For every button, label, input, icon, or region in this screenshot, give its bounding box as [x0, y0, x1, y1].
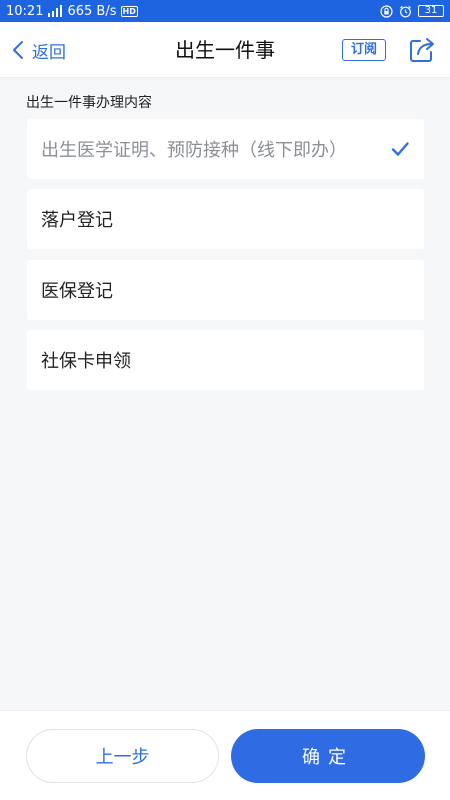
option-medical-insurance-registration[interactable]: 医保登记: [27, 260, 424, 320]
back-label: 返回: [32, 42, 66, 63]
back-button[interactable]: 返回: [12, 22, 66, 78]
option-household-registration[interactable]: 落户登记: [27, 189, 424, 249]
option-label: 医保登记: [41, 281, 113, 302]
option-label: 出生医学证明、预防接种（线下即办）: [41, 140, 347, 161]
option-label: 落户登记: [41, 210, 113, 231]
option-label: 社保卡申领: [41, 351, 131, 372]
navigation-bar: 返回 出生一件事 订阅: [0, 22, 450, 78]
bottom-action-bar: 上一步 确定: [0, 710, 450, 800]
confirm-button[interactable]: 确定: [231, 729, 425, 783]
chevron-left-icon: [13, 41, 23, 59]
network-speed: 665 B/s: [67, 3, 117, 19]
status-time: 10:21: [6, 3, 44, 19]
share-icon[interactable]: [408, 36, 436, 64]
checkmark-icon: [391, 142, 409, 156]
subscribe-button[interactable]: 订阅: [342, 39, 386, 61]
alarm-icon: [400, 5, 411, 17]
battery-icon: 31: [418, 5, 444, 17]
section-label: 出生一件事办理内容: [26, 95, 152, 111]
signal-icon: [48, 5, 63, 17]
option-social-security-card[interactable]: 社保卡申领: [27, 330, 424, 390]
status-bar: 10:21 665 B/s HD 31: [0, 0, 450, 22]
hd-icon: HD: [120, 5, 138, 17]
lock-rotation-icon: [380, 4, 393, 18]
option-birth-certificate-vaccination[interactable]: 出生医学证明、预防接种（线下即办）: [27, 119, 424, 179]
previous-step-button[interactable]: 上一步: [26, 729, 219, 783]
